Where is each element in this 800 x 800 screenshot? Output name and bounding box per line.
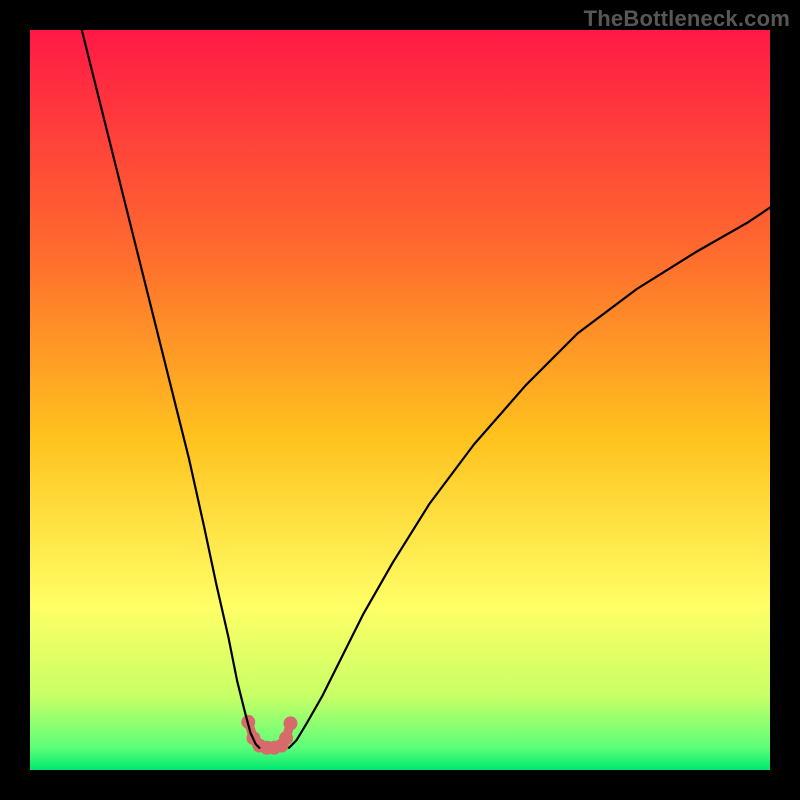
plot-frame — [30, 30, 770, 770]
bottleneck-chart — [30, 30, 770, 770]
watermark-text: TheBottleneck.com — [584, 6, 790, 32]
marker-trough-markers — [283, 716, 297, 730]
gradient-background — [30, 30, 770, 770]
marker-trough-markers — [279, 731, 293, 745]
